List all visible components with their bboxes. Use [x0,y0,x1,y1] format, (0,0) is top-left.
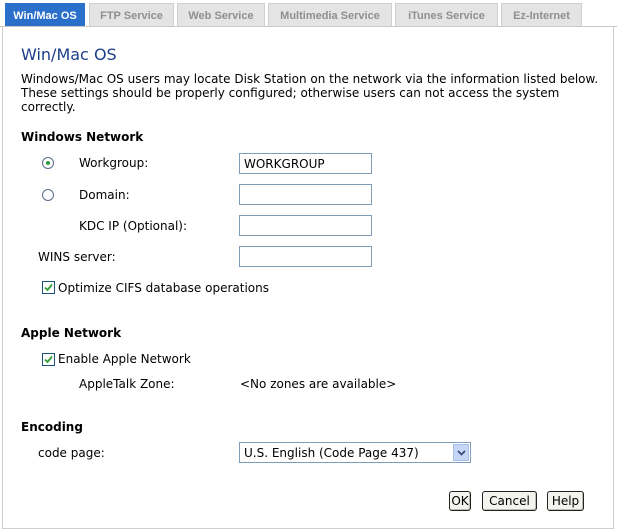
tab-bar: Win/Mac OS FTP Service Web Service Multi… [0,0,617,27]
code-page-select[interactable]: U.S. English (Code Page 437) [239,442,471,463]
enable-apple-network-checkbox[interactable] [42,353,55,366]
help-button[interactable]: Help [547,491,584,511]
cancel-button[interactable]: Cancel [482,491,537,511]
chevron-down-icon[interactable] [453,444,469,461]
code-page-label: code page: [38,446,105,460]
encoding-heading: Encoding [21,420,83,434]
tab-ftp-service[interactable]: FTP Service [89,3,174,27]
appletalk-zone-value: <No zones are available> [240,377,397,391]
domain-radio[interactable] [42,189,54,201]
ok-button[interactable]: OK [449,491,471,511]
tab-multimedia-service[interactable]: Multimedia Service [268,3,392,27]
wins-server-label: WINS server: [38,250,116,264]
workgroup-input[interactable] [239,153,372,174]
page-description: Windows/Mac OS users may locate Disk Sta… [21,72,599,114]
optimize-cifs-label: Optimize CIFS database operations [58,281,269,295]
code-page-value: U.S. English (Code Page 437) [244,446,419,460]
checkmark-icon [44,283,53,292]
tab-itunes-service[interactable]: iTunes Service [395,3,498,27]
tab-ez-internet[interactable]: Ez-Internet [501,3,582,27]
optimize-cifs-checkbox[interactable] [42,281,55,294]
kdc-ip-label: KDC IP (Optional): [79,219,188,233]
kdc-ip-input[interactable] [239,215,372,236]
enable-apple-network-label: Enable Apple Network [58,352,191,366]
wins-server-input[interactable] [239,246,372,267]
apple-network-heading: Apple Network [21,326,122,340]
workgroup-label: Workgroup: [79,156,149,170]
page-title: Win/Mac OS [21,45,117,64]
domain-label: Domain: [79,188,130,202]
appletalk-zone-label: AppleTalk Zone: [79,377,175,391]
domain-input[interactable] [239,184,372,205]
checkmark-icon [44,355,53,364]
tab-win-mac-os[interactable]: Win/Mac OS [5,3,85,27]
windows-network-heading: Windows Network [21,130,144,144]
workgroup-radio[interactable] [42,157,54,169]
tab-web-service[interactable]: Web Service [177,3,265,27]
